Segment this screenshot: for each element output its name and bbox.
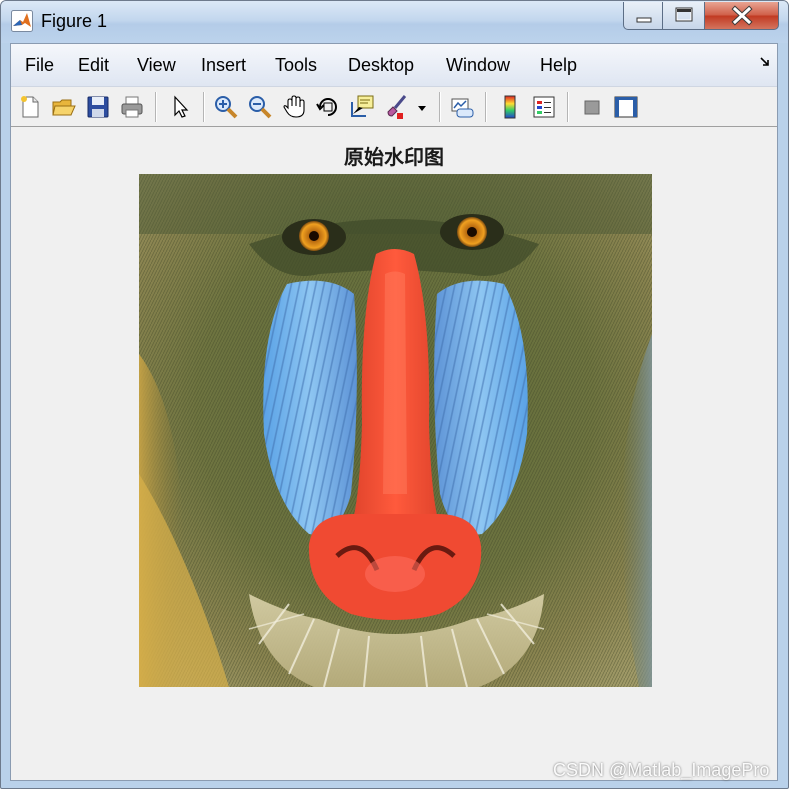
- menu-edit[interactable]: Edit: [78, 55, 109, 76]
- new-figure-icon[interactable]: [17, 94, 43, 120]
- matlab-logo-icon: [11, 10, 33, 32]
- minimize-icon: [636, 17, 652, 23]
- menu-file[interactable]: File: [25, 55, 54, 76]
- menu-desktop[interactable]: Desktop: [348, 55, 414, 76]
- figure-client-area: File Edit View Insert Tools Desktop Wind…: [10, 43, 778, 781]
- menu-bar: File Edit View Insert Tools Desktop Wind…: [11, 44, 777, 87]
- menu-help[interactable]: Help: [540, 55, 577, 76]
- open-file-icon[interactable]: [51, 94, 77, 120]
- maximize-button[interactable]: [663, 2, 705, 30]
- hide-plot-tools-icon[interactable]: [579, 94, 605, 120]
- show-plot-tools-icon[interactable]: [613, 94, 639, 120]
- insert-colorbar-icon[interactable]: [497, 94, 523, 120]
- window-title: Figure 1: [41, 11, 108, 31]
- menu-tools[interactable]: Tools: [275, 55, 317, 76]
- csdn-watermark: CSDN @Matlab_ImagePro: [553, 760, 770, 780]
- zoom-out-icon[interactable]: [247, 94, 273, 120]
- toolbar-separator: [203, 92, 205, 122]
- mandrill-face-image[interactable]: [139, 174, 652, 687]
- save-icon[interactable]: [85, 94, 111, 120]
- brush-dropdown-icon[interactable]: [415, 94, 429, 120]
- insert-legend-icon[interactable]: [531, 94, 557, 120]
- zoom-in-icon[interactable]: [213, 94, 239, 120]
- brush-icon[interactable]: [383, 94, 409, 120]
- close-button[interactable]: [705, 2, 779, 30]
- toolbar-separator: [567, 92, 569, 122]
- link-plot-icon[interactable]: [449, 94, 475, 120]
- dock-arrow-icon[interactable]: [759, 56, 771, 68]
- edit-plot-pointer-icon[interactable]: [167, 94, 193, 120]
- figure-toolbar: [11, 87, 777, 127]
- minimize-button[interactable]: [623, 2, 663, 30]
- menu-view[interactable]: View: [137, 55, 176, 76]
- axes-title: 原始水印图: [344, 145, 444, 169]
- menu-window[interactable]: Window: [446, 55, 510, 76]
- maximize-icon: [675, 7, 693, 22]
- pan-hand-icon[interactable]: [281, 94, 307, 120]
- figure-canvas[interactable]: 原始水印图: [11, 127, 777, 780]
- data-cursor-icon[interactable]: [349, 94, 375, 120]
- toolbar-separator: [439, 92, 441, 122]
- toolbar-separator: [155, 92, 157, 122]
- title-bar[interactable]: Figure 1: [1, 1, 788, 43]
- figure-window: Figure 1 File Edit View Insert Tools Des…: [0, 0, 789, 789]
- print-icon[interactable]: [119, 94, 145, 120]
- menu-insert[interactable]: Insert: [201, 55, 246, 76]
- toolbar-separator: [485, 92, 487, 122]
- close-icon: [731, 5, 753, 26]
- rotate-3d-icon[interactable]: [315, 94, 341, 120]
